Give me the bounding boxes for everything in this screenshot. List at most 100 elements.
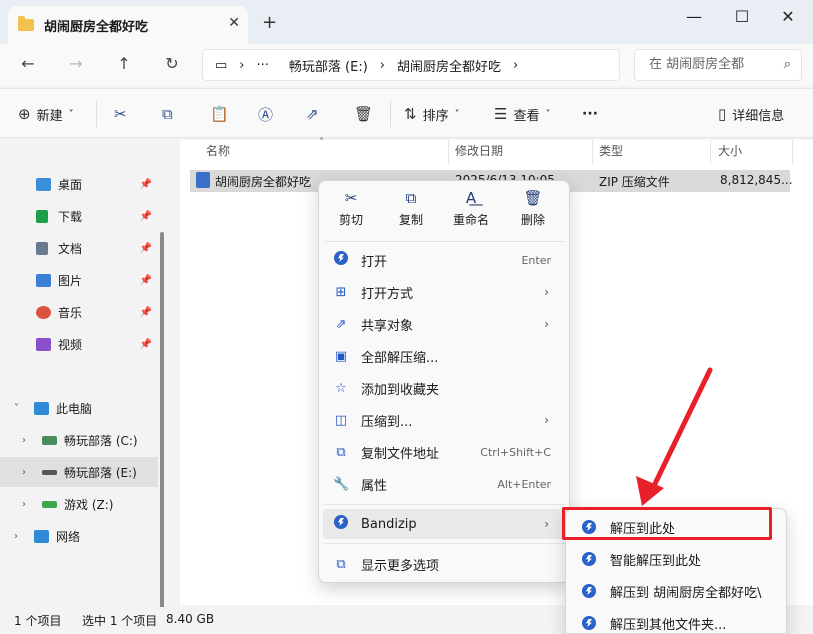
view-button[interactable]: ☰ 查看 ˅ xyxy=(494,103,550,125)
context-rename-button[interactable]: A͟ 重命名 xyxy=(441,189,501,228)
menu-item-label: 复制文件地址 xyxy=(361,446,440,462)
bandizip-icon xyxy=(333,515,349,533)
paste-button[interactable]: 📋 xyxy=(210,103,235,125)
breadcrumb-folder[interactable]: 胡闹厨房全都好吃 xyxy=(397,56,501,75)
rename-button[interactable]: Ⓐ xyxy=(258,103,279,125)
chevron-right-icon[interactable]: › xyxy=(22,499,30,510)
chevron-right-icon: › xyxy=(544,317,549,331)
refresh-button[interactable]: ↻ xyxy=(160,53,184,77)
back-button[interactable]: ← xyxy=(16,53,40,77)
menu-item-label: 属性 xyxy=(361,478,388,494)
sidebar-item-drive-e[interactable]: › 畅玩部落 (E:) xyxy=(0,457,158,487)
menu-item-add-favorites[interactable]: ☆ 添加到收藏夹 xyxy=(323,373,567,403)
chevron-down-icon: ˅ xyxy=(545,108,551,120)
column-divider[interactable] xyxy=(592,140,593,164)
sidebar-item-music[interactable]: 音乐 📌 xyxy=(0,297,158,327)
breadcrumb-drive[interactable]: 畅玩部落 (E:) xyxy=(289,56,368,75)
sidebar-item-pictures[interactable]: 图片 📌 xyxy=(0,265,158,295)
copy-button[interactable]: ⧉ xyxy=(162,103,179,125)
chevron-right-icon[interactable]: › xyxy=(14,531,22,542)
context-copy-label: 复制 xyxy=(398,213,423,227)
extract-all-icon: ▣ xyxy=(334,348,348,364)
sidebar-item-desktop[interactable]: 桌面 📌 xyxy=(0,169,158,199)
search-input[interactable]: 在 胡闹厨房全都 ⌕ xyxy=(634,49,802,81)
menu-divider xyxy=(325,543,565,544)
menu-item-compress[interactable]: ◫ 压缩到... › xyxy=(323,405,567,435)
menu-item-open-with[interactable]: ⊞ 打开方式 › xyxy=(323,277,567,307)
context-cut-label: 剪切 xyxy=(338,213,363,227)
maximize-button[interactable]: ☐ xyxy=(719,6,765,30)
sidebar-item-documents[interactable]: 文档 📌 xyxy=(0,233,158,263)
column-header-size[interactable]: 大小 xyxy=(718,140,742,162)
column-divider[interactable] xyxy=(448,140,449,164)
plus-circle-icon: ⊕ xyxy=(18,105,31,123)
sidebar-item-videos[interactable]: 视频 📌 xyxy=(0,329,158,359)
chevron-right-icon[interactable]: › xyxy=(22,435,30,446)
menu-item-extract-all[interactable]: ▣ 全部解压缩... xyxy=(323,341,567,371)
rename-icon: Ⓐ xyxy=(258,105,274,124)
view-list-icon: ☰ xyxy=(494,105,508,123)
submenu-item-smart-extract[interactable]: 智能解压到此处 xyxy=(572,544,784,574)
scissors-icon: ✂ xyxy=(114,105,127,123)
music-icon xyxy=(36,305,51,319)
cut-button[interactable]: ✂ xyxy=(114,103,133,125)
tab-current-folder[interactable]: 胡闹厨房全都好吃 ✕ xyxy=(8,6,248,44)
sidebar-item-label: 下载 xyxy=(58,209,83,224)
details-label: 详细信息 xyxy=(732,108,785,124)
up-button[interactable]: ↑ xyxy=(112,53,136,77)
context-delete-button[interactable]: 🗑 删除 xyxy=(503,189,563,228)
share-button[interactable]: ⇗ xyxy=(306,103,325,125)
menu-item-share[interactable]: ⇗ 共享对象 › xyxy=(323,309,567,339)
file-size: 8,812,845... xyxy=(720,173,793,187)
tab-title: 胡闹厨房全都好吃 xyxy=(44,19,149,35)
chevron-right-icon[interactable]: › xyxy=(22,467,30,478)
menu-item-bandizip[interactable]: Bandizip › xyxy=(323,509,567,539)
menu-item-label: 智能解压到此处 xyxy=(610,553,702,569)
menu-item-properties[interactable]: 🔧 属性 Alt+Enter xyxy=(323,469,567,499)
sidebar-item-this-pc[interactable]: ˅ 此电脑 xyxy=(0,393,158,423)
sidebar-item-label: 游戏 (Z:) xyxy=(64,497,114,512)
pin-icon: 📌 xyxy=(139,210,152,222)
sidebar-item-label: 视频 xyxy=(58,337,83,352)
delete-button[interactable]: 🗑 xyxy=(354,103,379,125)
submenu-item-extract-elsewhere[interactable]: 解压到其他文件夹... xyxy=(572,608,784,634)
menu-item-open[interactable]: 打开 Enter xyxy=(323,245,567,275)
close-window-button[interactable]: ✕ xyxy=(765,6,811,30)
column-divider[interactable] xyxy=(792,140,793,164)
context-cut-button[interactable]: ✂ 剪切 xyxy=(321,189,381,228)
sidebar-item-drive-z[interactable]: › 游戏 (Z:) xyxy=(0,489,158,519)
submenu-item-extract-here[interactable]: 解压到此处 xyxy=(572,512,784,542)
minimize-button[interactable]: — xyxy=(671,6,717,30)
new-button[interactable]: ⊕ 新建 ˅ xyxy=(18,103,74,125)
column-header-name[interactable]: 名称 xyxy=(206,140,230,162)
context-copy-button[interactable]: ⧉ 复制 xyxy=(381,189,441,228)
column-divider[interactable] xyxy=(710,140,711,164)
address-bar[interactable]: ▭ › ··· 畅玩部落 (E:) › 胡闹厨房全都好吃 › xyxy=(202,49,620,81)
sidebar-item-downloads[interactable]: 下载 📌 xyxy=(0,201,158,231)
sidebar-scrollbar[interactable] xyxy=(160,232,164,612)
forward-button[interactable]: → xyxy=(64,53,88,77)
breadcrumb-separator[interactable]: › xyxy=(239,58,244,73)
search-icon[interactable]: ⌕ xyxy=(784,50,791,80)
breadcrumb-overflow[interactable]: ··· xyxy=(257,58,269,73)
sort-button[interactable]: ⇅ 排序 ˅ xyxy=(404,103,460,125)
sidebar-item-network[interactable]: › 网络 xyxy=(0,521,158,551)
share-icon: ⇗ xyxy=(335,316,347,332)
breadcrumb-separator[interactable]: › xyxy=(380,58,385,73)
column-header-date[interactable]: 修改日期 xyxy=(455,140,503,162)
more-button[interactable]: ··· xyxy=(582,103,598,125)
sidebar-item-drive-c[interactable]: › 畅玩部落 (C:) xyxy=(0,425,158,455)
menu-item-copy-path[interactable]: ⧉ 复制文件地址 Ctrl+Shift+C xyxy=(323,437,567,467)
menu-item-show-more-options[interactable]: ⧉ 显示更多选项 xyxy=(323,549,567,579)
new-tab-button[interactable]: + xyxy=(262,12,277,33)
details-pane-button[interactable]: ▯ 详细信息 xyxy=(718,103,784,125)
bandizip-icon xyxy=(582,552,596,566)
submenu-item-extract-to-folder[interactable]: 解压到 胡闹厨房全都好吃\ xyxy=(572,576,784,606)
search-placeholder: 在 胡闹厨房全都 xyxy=(649,57,745,72)
toolbar-divider xyxy=(96,101,97,127)
menu-item-label: 打开 xyxy=(361,254,388,270)
breadcrumb-separator[interactable]: › xyxy=(513,58,518,73)
tab-close-icon[interactable]: ✕ xyxy=(228,15,240,31)
chevron-down-icon[interactable]: ˅ xyxy=(14,403,22,414)
column-header-type[interactable]: 类型 xyxy=(599,140,623,162)
